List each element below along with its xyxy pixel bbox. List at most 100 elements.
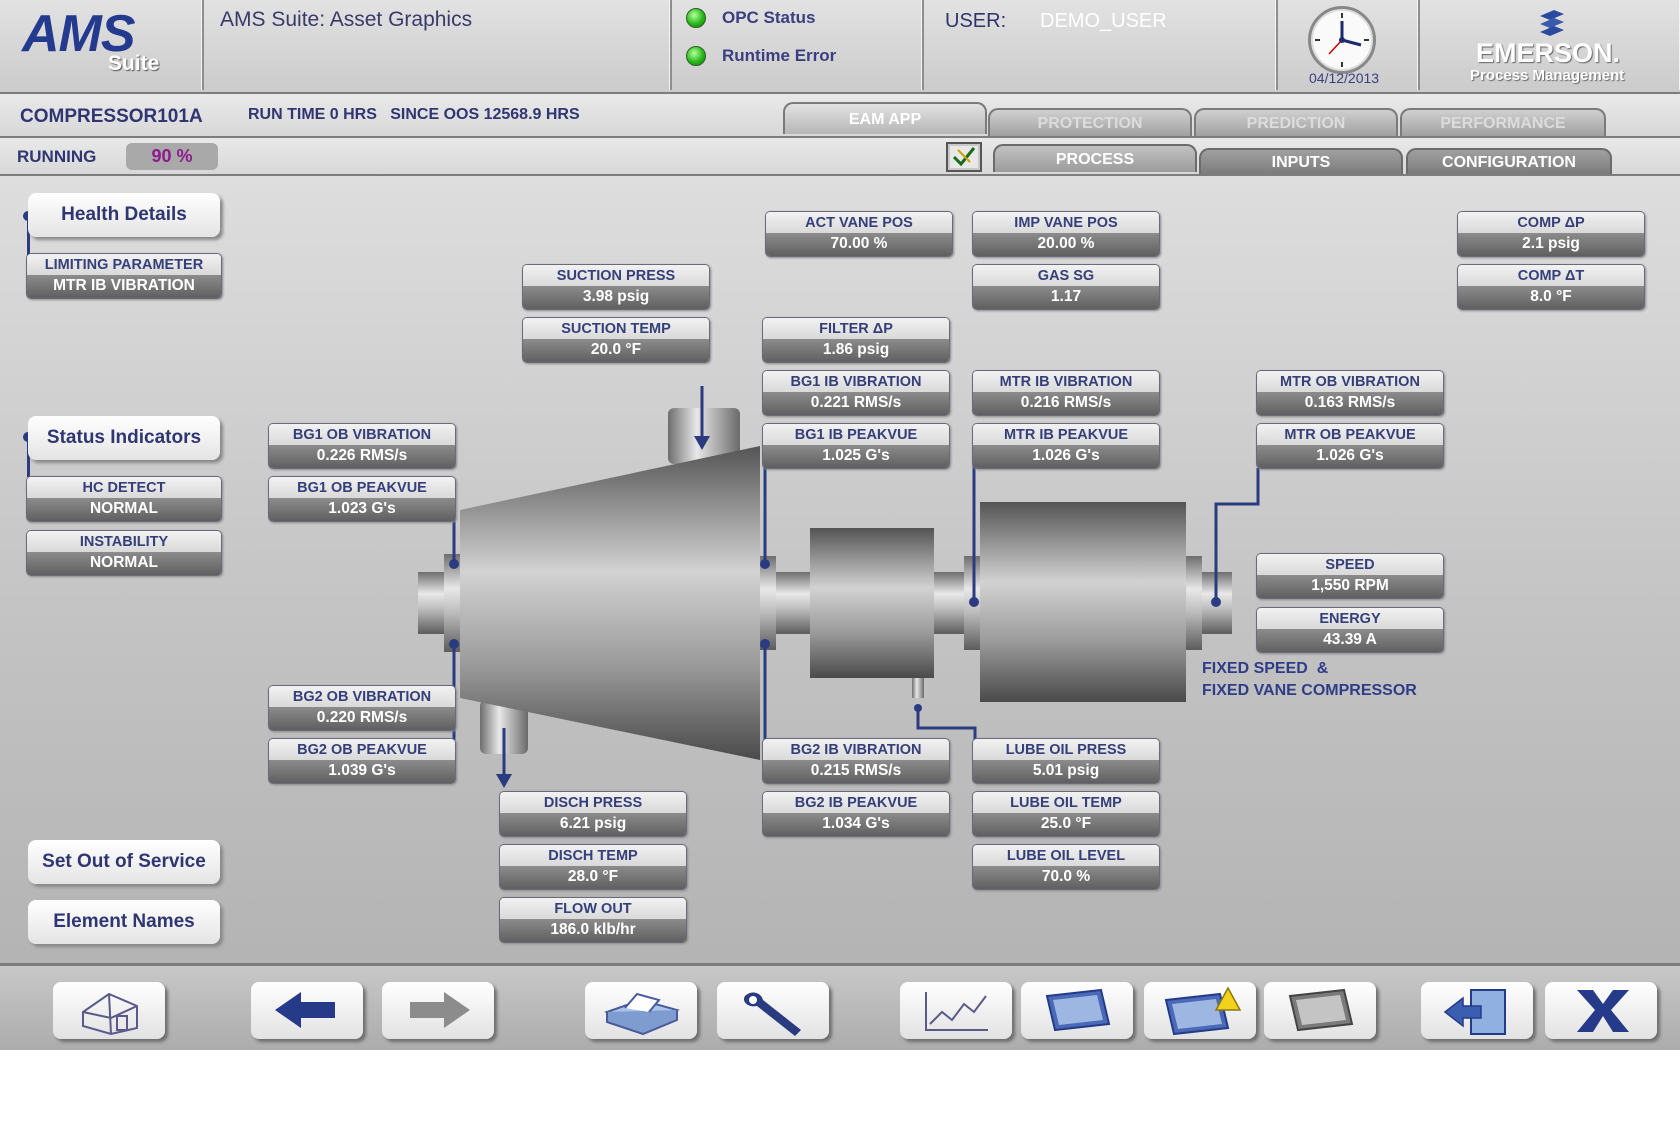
- speed-label: SPEED: [1257, 554, 1443, 575]
- back-arrow-icon: [275, 992, 335, 1028]
- bearing-bg1-ib: [758, 556, 776, 650]
- bg2-ob-peakvue-box: BG2 OB PEAKVUE 1.039 G's: [268, 738, 456, 784]
- speed-value: 1,550 RPM: [1257, 575, 1443, 598]
- mtr-ib-peakvue-value: 1.026 G's: [973, 445, 1159, 468]
- comp-dp-value: 2.1 psig: [1458, 233, 1644, 256]
- filter-dp-value: 1.86 psig: [763, 339, 949, 362]
- bg1-ob-peakvue-label: BG1 OB PEAKVUE: [269, 477, 455, 498]
- suction-press-value: 3.98 psig: [523, 286, 709, 309]
- flow-out-label: FLOW OUT: [500, 898, 686, 919]
- speed-box: SPEED 1,550 RPM: [1256, 553, 1444, 599]
- mtr-ob-vibration-value: 0.163 RMS/s: [1257, 392, 1443, 415]
- bg2-ob-peakvue-value: 1.039 G's: [269, 760, 455, 783]
- bg1-ib-vibration-label: BG1 IB VIBRATION: [763, 371, 949, 392]
- tools-button[interactable]: [717, 982, 829, 1039]
- lube-oil-temp-box: LUBE OIL TEMP 25.0 °F: [972, 791, 1160, 837]
- forward-arrow-icon: [410, 992, 470, 1028]
- lube-oil-press-box: LUBE OIL PRESS 5.01 psig: [972, 738, 1160, 784]
- motor: [980, 502, 1186, 702]
- monitor-alert-icon: [1164, 986, 1242, 1036]
- bg1-ob-vibration-box: BG1 OB VIBRATION 0.226 RMS/s: [268, 423, 456, 469]
- print-button[interactable]: [585, 982, 697, 1039]
- bg2-ib-peakvue-box: BG2 IB PEAKVUE 1.034 G's: [762, 791, 950, 837]
- imp-vane-pos-label: IMP VANE POS: [973, 212, 1159, 233]
- energy-value: 43.39 A: [1257, 629, 1443, 652]
- bg2-ib-vibration-box: BG2 IB VIBRATION 0.215 RMS/s: [762, 738, 950, 784]
- disch-temp-value: 28.0 °F: [500, 866, 686, 889]
- lube-oil-level-label: LUBE OIL LEVEL: [973, 845, 1159, 866]
- bg2-ib-peakvue-value: 1.034 G's: [763, 813, 949, 836]
- filter-dp-box: FILTER ΔP 1.86 psig: [762, 317, 950, 363]
- comp-dt-box: COMP ΔT 8.0 °F: [1457, 264, 1645, 310]
- home-button[interactable]: [53, 982, 165, 1039]
- bg1-ob-vibration-value: 0.226 RMS/s: [269, 445, 455, 468]
- compressor-type-line2: FIXED VANE COMPRESSOR: [1202, 682, 1417, 699]
- mtr-ob-peakvue-label: MTR OB PEAKVUE: [1257, 424, 1443, 445]
- bg1-ib-peakvue-label: BG1 IB PEAKVUE: [763, 424, 949, 445]
- suction-temp-value: 20.0 °F: [523, 339, 709, 362]
- bg2-ob-vibration-box: BG2 OB VIBRATION 0.220 RMS/s: [268, 685, 456, 731]
- trend-button[interactable]: [900, 982, 1012, 1039]
- lube-oil-press-label: LUBE OIL PRESS: [973, 739, 1159, 760]
- imp-vane-pos-box: IMP VANE POS 20.00 %: [972, 211, 1160, 257]
- lube-oil-level-box: LUBE OIL LEVEL 70.0 %: [972, 844, 1160, 890]
- disch-press-box: DISCH PRESS 6.21 psig: [499, 791, 687, 837]
- gas-sg-label: GAS SG: [973, 265, 1159, 286]
- energy-box: ENERGY 43.39 A: [1256, 607, 1444, 653]
- bg1-ib-vibration-value: 0.221 RMS/s: [763, 392, 949, 415]
- bearing-mtr-ob: [1186, 556, 1202, 650]
- suction-temp-label: SUCTION TEMP: [523, 318, 709, 339]
- lube-oil-press-value: 5.01 psig: [973, 760, 1159, 783]
- bg2-ob-vibration-value: 0.220 RMS/s: [269, 707, 455, 730]
- mtr-ib-vibration-value: 0.216 RMS/s: [973, 392, 1159, 415]
- gearbox: [810, 528, 934, 678]
- bg1-ib-peakvue-value: 1.025 G's: [763, 445, 949, 468]
- lube-oil-temp-label: LUBE OIL TEMP: [973, 792, 1159, 813]
- bg2-ib-vibration-label: BG2 IB VIBRATION: [763, 739, 949, 760]
- mtr-ob-vibration-box: MTR OB VIBRATION 0.163 RMS/s: [1256, 370, 1444, 416]
- mtr-ib-vibration-label: MTR IB VIBRATION: [973, 371, 1159, 392]
- suction-temp-box: SUCTION TEMP 20.0 °F: [522, 317, 710, 363]
- mtr-ib-vibration-box: MTR IB VIBRATION 0.216 RMS/s: [972, 370, 1160, 416]
- printer-icon: [603, 992, 681, 1036]
- energy-label: ENERGY: [1257, 608, 1443, 629]
- monitor-gray-icon: [1288, 988, 1354, 1032]
- trend-chart-icon: [925, 992, 988, 1031]
- disch-press-value: 6.21 psig: [500, 813, 686, 836]
- disch-press-label: DISCH PRESS: [500, 792, 686, 813]
- act-vane-pos-box: ACT VANE POS 70.00 %: [765, 211, 953, 257]
- close-button[interactable]: [1545, 982, 1657, 1039]
- act-vane-pos-label: ACT VANE POS: [766, 212, 952, 233]
- back-button[interactable]: [251, 982, 363, 1039]
- exit-button[interactable]: [1421, 982, 1533, 1039]
- compressor-type-line1: FIXED SPEED &: [1202, 660, 1329, 677]
- imp-vane-pos-value: 20.00 %: [973, 233, 1159, 256]
- mtr-ib-peakvue-box: MTR IB PEAKVUE 1.026 G's: [972, 423, 1160, 469]
- comp-dp-box: COMP ΔP 2.1 psig: [1457, 211, 1645, 257]
- footer-toolbar: [0, 963, 1680, 1050]
- bg2-ob-peakvue-label: BG2 OB PEAKVUE: [269, 739, 455, 760]
- flow-out-value: 186.0 klb/hr: [500, 919, 686, 942]
- suction-press-box: SUCTION PRESS 3.98 psig: [522, 264, 710, 310]
- suction-press-label: SUCTION PRESS: [523, 265, 709, 286]
- act-vane-pos-value: 70.00 %: [766, 233, 952, 256]
- bg1-ob-peakvue-box: BG1 OB PEAKVUE 1.023 G's: [268, 476, 456, 522]
- monitor-gray-button[interactable]: [1264, 982, 1376, 1039]
- comp-dt-label: COMP ΔT: [1458, 265, 1644, 286]
- lube-oil-temp-value: 25.0 °F: [973, 813, 1159, 836]
- forward-button[interactable]: [382, 982, 494, 1039]
- bg1-ob-peakvue-value: 1.023 G's: [269, 498, 455, 521]
- bg1-ib-peakvue-box: BG1 IB PEAKVUE 1.025 G's: [762, 423, 950, 469]
- disch-temp-label: DISCH TEMP: [500, 845, 686, 866]
- filter-dp-label: FILTER ΔP: [763, 318, 949, 339]
- home-icon: [82, 992, 138, 1036]
- gas-sg-box: GAS SG 1.17: [972, 264, 1160, 310]
- monitor-alert-button[interactable]: [1144, 982, 1256, 1039]
- flow-out-box: FLOW OUT 186.0 klb/hr: [499, 897, 687, 943]
- bg2-ib-peakvue-label: BG2 IB PEAKVUE: [763, 792, 949, 813]
- monitor-icon: [1045, 988, 1111, 1032]
- exit-door-icon: [1443, 989, 1506, 1035]
- wrench-icon: [743, 992, 801, 1036]
- monitor-button[interactable]: [1021, 982, 1133, 1039]
- bg2-ob-vibration-label: BG2 OB VIBRATION: [269, 686, 455, 707]
